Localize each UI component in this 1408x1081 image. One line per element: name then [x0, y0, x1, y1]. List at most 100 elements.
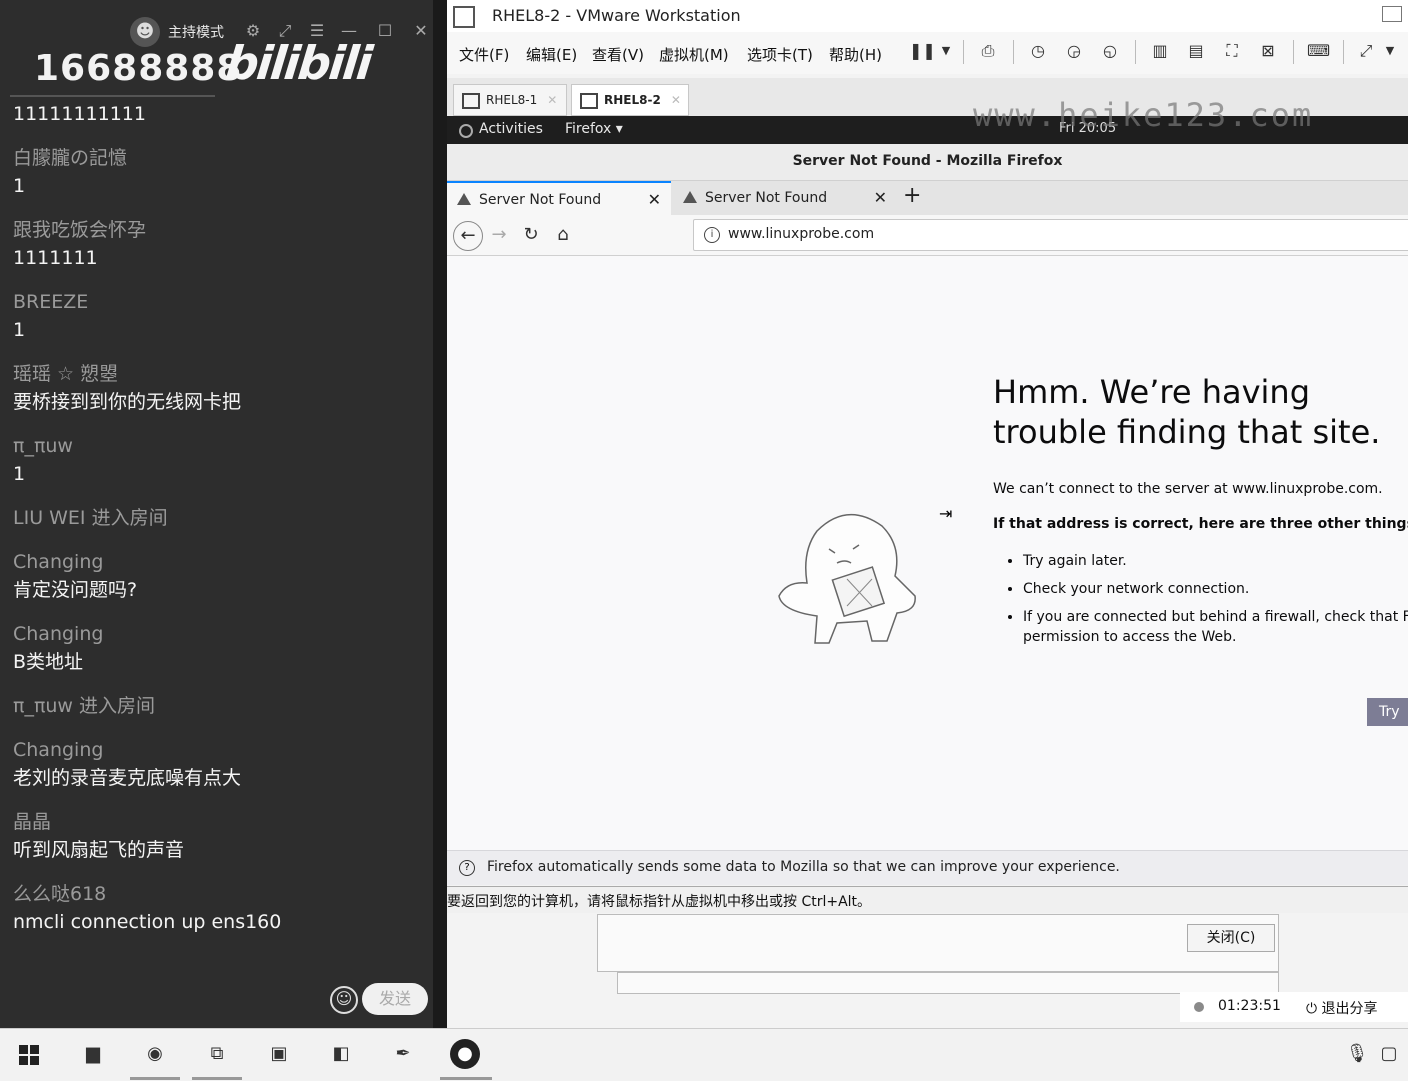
vm-tab-rhel8-2[interactable]: RHEL8-2 ✕ — [571, 84, 689, 116]
chat-message: Changing B类地址 — [13, 620, 423, 676]
forward-icon[interactable]: → — [485, 221, 513, 249]
close-icon[interactable]: ✕ — [648, 183, 661, 217]
menu-view[interactable]: 查看(V) — [592, 44, 644, 65]
menu-help[interactable]: 帮助(H) — [829, 44, 882, 65]
chevron-down-icon[interactable]: ▼ — [935, 40, 957, 62]
windows-taskbar: ▆ ◉ ⧉ ▣ ◧ ✒ ● 🎙 ▢ — [0, 1028, 1408, 1081]
firefox-tab-active[interactable]: Server Not Found ✕ — [447, 181, 671, 215]
library-view-icon[interactable]: ▥ — [1149, 40, 1171, 62]
host-avatar[interactable]: ☻ — [130, 17, 160, 47]
message-username[interactable]: Changing — [13, 548, 423, 576]
message-username[interactable]: BREEZE — [13, 288, 423, 316]
message-username[interactable]: 白朦朧の記憶 — [13, 144, 423, 172]
terminal-icon[interactable]: ▣ — [264, 1039, 294, 1069]
thumbnail-view-icon[interactable]: ▤ — [1185, 40, 1207, 62]
browser-icon[interactable]: ◉ — [140, 1039, 170, 1069]
snapshot-manager-icon[interactable]: ◵ — [1099, 40, 1121, 62]
menu-file[interactable]: 文件(F) — [459, 44, 509, 65]
vmware-status-bar: 要返回到您的计算机，请将鼠标指针从虚拟机中移出或按 Ctrl+Alt。 — [447, 886, 1408, 913]
message-username[interactable]: 么么哒618 — [13, 880, 423, 908]
screen-share-bar: 01:23:51 ⏻ 退出分享 — [1180, 992, 1408, 1022]
host-mode-label[interactable]: 主持模式 — [168, 22, 224, 42]
vm-tab-label: RHEL8-2 — [604, 93, 661, 107]
message-username[interactable]: π_πuw — [13, 432, 423, 460]
chat-message: BREEZE 1 — [13, 288, 423, 344]
firefox-navbar: ← → ↻ ⌂ i www.linuxprobe.com — [447, 215, 1408, 256]
close-dialog-button[interactable]: 关闭(C) — [1187, 924, 1275, 952]
message-text: 老刘的录音麦克底噪有点大 — [13, 767, 242, 789]
microphone-icon[interactable]: 🎙 — [1342, 1039, 1372, 1069]
chat-system-message: π_πuw 进入房间 — [13, 692, 423, 720]
snapshot-icon[interactable]: ◷ — [1027, 40, 1049, 62]
send-ctrl-alt-del-icon[interactable]: ⎙ — [977, 40, 999, 62]
system-text: LIU WEI 进入房间 — [13, 507, 168, 529]
suggestion-item: Check your network connection. — [1023, 579, 1408, 599]
stretch-icon[interactable]: ⤢ — [1355, 40, 1377, 62]
message-username[interactable]: Changing — [13, 736, 423, 764]
exit-share-button[interactable]: ⏻ 退出分享 — [1306, 998, 1378, 1018]
revert-snapshot-icon[interactable]: ◶ — [1063, 40, 1085, 62]
dinosaur-illustration-icon — [778, 513, 916, 644]
mouse-cursor-icon: ⇥ — [939, 504, 953, 523]
url-bar[interactable]: i www.linuxprobe.com — [693, 219, 1408, 251]
live-app-icon[interactable]: ● — [450, 1039, 480, 1069]
release-input-hint: 要返回到您的计算机，请将鼠标指针从虚拟机中移出或按 Ctrl+Alt。 — [447, 894, 872, 910]
message-username[interactable]: 瑶瑶 ☆ 愬曌 — [13, 360, 423, 388]
vmware-taskbar-icon[interactable]: ⧉ — [202, 1039, 232, 1069]
console-icon[interactable]: ⌨ — [1307, 40, 1330, 62]
message-text: 1111111 — [13, 247, 98, 269]
editor-icon[interactable]: ◧ — [326, 1039, 356, 1069]
pause-icon[interactable]: ❚❚ — [909, 40, 936, 62]
activities-icon — [459, 124, 473, 138]
close-icon[interactable]: ✕ — [874, 181, 887, 215]
vm-tab-rhel8-1[interactable]: RHEL8-1 ✕ — [453, 84, 567, 116]
vm-icon — [580, 92, 598, 109]
notification-icon[interactable]: ▢ — [1374, 1039, 1404, 1069]
firefox-tab[interactable]: Server Not Found ✕ — [673, 181, 897, 215]
app-menu-firefox[interactable]: Firefox ▾ — [565, 121, 623, 137]
message-text: 1 — [13, 175, 26, 197]
message-username[interactable]: 跟我吃饭会怀孕 — [13, 216, 423, 244]
vmware-titlebar: RHEL8-2 - VMware Workstation — [447, 0, 1408, 32]
maximize-icon[interactable] — [1382, 6, 1402, 22]
unity-icon[interactable]: ⊠ — [1257, 40, 1279, 62]
firefox-page: ⇥ Hmm. We’re having trouble finding that… — [447, 256, 1408, 850]
close-icon[interactable]: ✕ — [410, 20, 432, 42]
message-text: 11111111111 — [13, 103, 146, 125]
live-chat-panel: ☻ 主持模式 ⚙ ⤢ ☰ — ☐ ✕ 16688888 bilibili 111… — [0, 0, 433, 1028]
vmware-window: RHEL8-2 - VMware Workstation 文件(F) 编辑(E)… — [447, 0, 1408, 1028]
vmware-app-icon — [453, 6, 475, 28]
menu-vm[interactable]: 虚拟机(M) — [659, 44, 729, 65]
message-text: 1 — [13, 319, 26, 341]
url-text[interactable]: www.linuxprobe.com — [728, 226, 874, 242]
new-tab-icon[interactable]: + — [903, 183, 921, 208]
fullscreen-icon[interactable]: ⛶ — [1221, 40, 1243, 62]
file-explorer-icon[interactable]: ▆ — [78, 1039, 108, 1069]
message-username[interactable]: 晶晶 — [13, 808, 423, 836]
chat-message: 白朦朧の記憶 1 — [13, 144, 423, 200]
room-id: 16688888 — [34, 48, 243, 89]
activities-button[interactable]: Activities — [479, 121, 543, 137]
try-again-button[interactable]: Try — [1367, 698, 1408, 726]
reload-icon[interactable]: ↻ — [517, 221, 545, 249]
send-button[interactable]: 发送 — [362, 983, 428, 1015]
menu-tabs[interactable]: 选项卡(T) — [747, 44, 813, 65]
exit-share-label: 退出分享 — [1321, 1001, 1378, 1017]
chevron-down-icon[interactable]: ▼ — [1379, 40, 1401, 62]
feather-icon[interactable]: ✒ — [388, 1039, 418, 1069]
info-icon[interactable]: i — [704, 227, 720, 243]
emoji-icon[interactable]: ☺ — [330, 986, 358, 1014]
vm-tab-label: RHEL8-1 — [486, 93, 538, 107]
suggestion-item: Try again later. — [1023, 551, 1408, 571]
maximize-icon[interactable]: ☐ — [374, 20, 396, 42]
windows-start-icon[interactable] — [19, 1045, 39, 1065]
message-text: 肯定没问题吗? — [13, 579, 138, 601]
message-username[interactable]: Changing — [13, 620, 423, 648]
close-icon[interactable]: ✕ — [671, 93, 681, 107]
back-icon[interactable]: ← — [453, 221, 483, 251]
share-timer: 01:23:51 — [1218, 998, 1281, 1014]
chat-system-message: LIU WEI 进入房间 — [13, 504, 423, 532]
home-icon[interactable]: ⌂ — [549, 221, 577, 249]
close-icon[interactable]: ✕ — [547, 93, 557, 107]
menu-edit[interactable]: 编辑(E) — [526, 44, 577, 65]
